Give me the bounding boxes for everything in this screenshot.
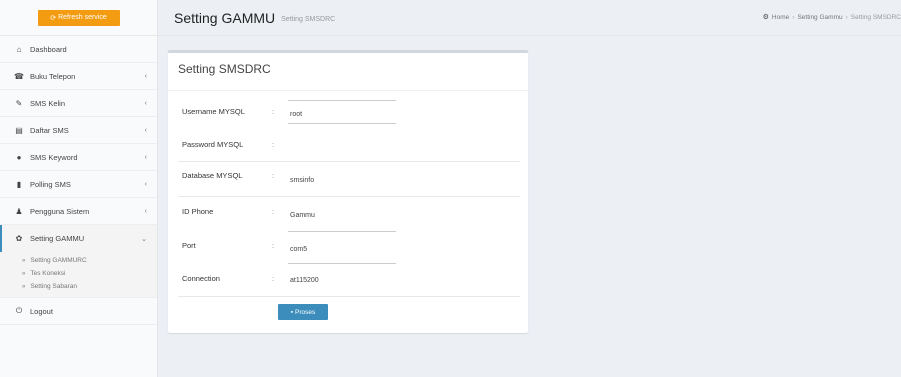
- sidebar-item-label: SMS Kelin: [30, 98, 66, 108]
- sidebar-item-daftar-sms[interactable]: ▤ Daftar SMS ‹: [0, 117, 157, 144]
- sidebar-item-setting-gammu[interactable]: ✿ Setting GAMMU ⌄: [0, 225, 157, 252]
- chevron-left-icon: ‹: [144, 207, 147, 215]
- user-icon: ♟: [15, 206, 23, 216]
- sidebar-item-sms-keyword[interactable]: ● SMS Keyword ‹: [0, 144, 157, 171]
- panel-title: Setting SMSDRC: [168, 53, 528, 91]
- page-title: Setting GAMMU: [174, 9, 276, 26]
- save-icon: ▪: [290, 308, 294, 316]
- username-field[interactable]: root: [290, 111, 302, 118]
- settings-panel: Setting SMSDRC Username MYSQL : root Pas…: [168, 50, 528, 333]
- phone-book-icon: ☎: [14, 71, 24, 81]
- sidebar-item-label: Dashboard: [30, 44, 67, 54]
- chevron-left-icon: ‹: [144, 72, 147, 80]
- database-label: Database MYSQL: [182, 171, 243, 180]
- refresh-icon: ⟳: [50, 14, 57, 22]
- refresh-service-button[interactable]: ⟳ Refresh service: [37, 9, 120, 26]
- chevron-left-icon: ‹: [144, 153, 147, 161]
- sidebar-item-buku-telepon[interactable]: ☎ Buku Telepon ‹: [0, 63, 157, 90]
- sidebar-item-logout[interactable]: ⏻ Logout: [0, 298, 157, 325]
- sidebar-item-label: Pengguna Sistem: [30, 206, 90, 216]
- power-icon: ⏻: [15, 306, 23, 315]
- submenu-item-tes-koneksi[interactable]: » Tes Koneksi: [0, 267, 157, 280]
- colon: :: [272, 274, 275, 283]
- content-header: Setting GAMMU Setting SMSDRC ⚙ Home › Se…: [158, 0, 901, 36]
- submenu-item-setting-sabaran[interactable]: » Setting Sabaran: [0, 280, 157, 293]
- input-border: [288, 263, 396, 264]
- submenu-item-label: Tes Koneksi: [30, 270, 66, 277]
- row-divider: [178, 296, 520, 297]
- colon: :: [272, 171, 275, 180]
- sidebar-item-polling-sms[interactable]: ▮ Polling SMS ‹: [0, 171, 157, 198]
- sidebar-item-dashboard[interactable]: ⌂ Dashboard: [0, 36, 157, 63]
- username-label: Username MYSQL: [182, 107, 245, 116]
- double-chevron-right-icon: »: [22, 270, 26, 277]
- connection-field[interactable]: at115200: [290, 277, 319, 284]
- sidebar-item-label: Polling SMS: [30, 179, 71, 189]
- input-border: [288, 123, 396, 124]
- chevron-left-icon: ‹: [144, 126, 147, 134]
- sidebar: ⟳ Refresh service ⌂ Dashboard ☎ Buku Tel…: [0, 0, 158, 377]
- breadcrumb-separator: ›: [792, 13, 795, 21]
- sidebar-item-label: Buku Telepon: [30, 71, 76, 81]
- edit-icon: ✎: [15, 98, 23, 108]
- double-chevron-right-icon: »: [22, 257, 26, 264]
- row-divider: [178, 196, 520, 197]
- chevron-down-icon: ⌄: [141, 235, 147, 243]
- sidebar-submenu: » Setting GAMMURC » Tes Koneksi » Settin…: [0, 252, 157, 298]
- phone-id-label: ID Phone: [182, 207, 214, 216]
- sidebar-item-label: SMS Keyword: [30, 152, 78, 162]
- sidebar-item-label: Logout: [30, 306, 53, 316]
- dashboard-icon: ⚙: [762, 14, 769, 21]
- list-icon: ▤: [15, 125, 23, 135]
- breadcrumb: ⚙ Home › Setting Gammu › Setting SMSDRC: [762, 13, 901, 22]
- page-subtitle: Setting SMSDRC: [281, 16, 336, 23]
- breadcrumb-setting-gammu[interactable]: Setting Gammu: [797, 14, 842, 21]
- input-border: [288, 100, 396, 101]
- proses-button[interactable]: ▪ Proses: [278, 304, 328, 320]
- sidebar-item-sms-kelin[interactable]: ✎ SMS Kelin ‹: [0, 90, 157, 117]
- sidebar-item-label: Daftar SMS: [30, 125, 69, 135]
- submenu-item-setting-gammurc[interactable]: » Setting GAMMURC: [0, 254, 157, 267]
- password-label: Password MYSQL: [182, 140, 244, 149]
- chevron-left-icon: ‹: [144, 180, 147, 188]
- colon: :: [272, 241, 275, 250]
- sidebar-item-label: Setting GAMMU: [30, 234, 85, 243]
- home-icon: ⌂: [16, 44, 22, 54]
- bar-chart-icon: ▮: [16, 179, 22, 189]
- port-field[interactable]: com5: [290, 246, 307, 253]
- tag-icon: ●: [16, 152, 22, 162]
- connection-label: Connection: [182, 274, 220, 283]
- colon: :: [272, 140, 275, 149]
- breadcrumb-separator: ›: [845, 13, 848, 21]
- submenu-item-label: Setting Sabaran: [30, 283, 77, 290]
- sidebar-item-pengguna-sistem[interactable]: ♟ Pengguna Sistem ‹: [0, 198, 157, 225]
- chevron-left-icon: ‹: [144, 99, 147, 107]
- proses-label: Proses: [295, 308, 316, 316]
- colon: :: [272, 207, 275, 216]
- phone-id-field[interactable]: Gammu: [290, 212, 315, 219]
- breadcrumb-current: Setting SMSDRC: [850, 13, 901, 21]
- port-label: Port: [182, 241, 196, 250]
- colon: :: [272, 107, 275, 116]
- submenu-item-label: Setting GAMMURC: [30, 257, 87, 264]
- double-chevron-right-icon: »: [22, 283, 26, 290]
- breadcrumb-home[interactable]: Home: [772, 14, 789, 21]
- row-divider: [178, 161, 520, 162]
- sidebar-header: ⟳ Refresh service: [0, 0, 157, 36]
- database-field[interactable]: smsinfo: [290, 177, 314, 184]
- gear-icon: ✿: [15, 234, 23, 243]
- refresh-label: Refresh service: [58, 14, 107, 21]
- input-border: [288, 231, 396, 232]
